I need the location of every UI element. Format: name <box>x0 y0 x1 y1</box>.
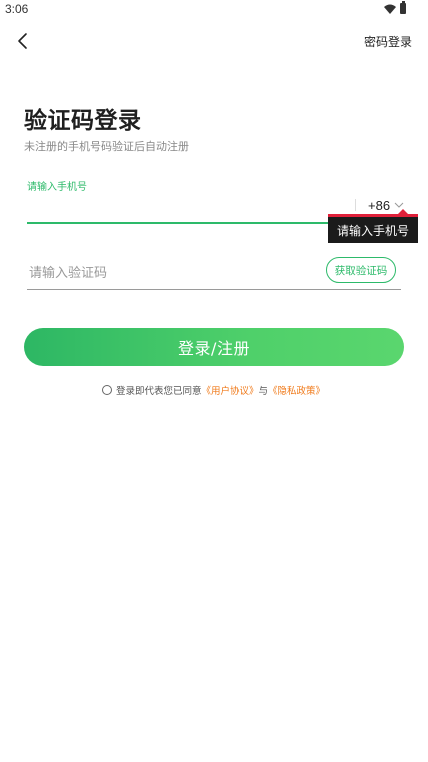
user-agreement-link[interactable]: 《用户协议》 <box>202 383 259 397</box>
code-underline <box>27 289 401 290</box>
login-register-button[interactable]: 登录/注册 <box>24 328 404 366</box>
verification-code-input[interactable] <box>27 260 311 286</box>
page-subtitle: 未注册的手机号码验证后自动注册 <box>24 140 189 153</box>
wifi-icon <box>384 4 396 14</box>
agreement-conjunction: 与 <box>258 386 269 397</box>
get-code-button[interactable]: 获取验证码 <box>326 257 396 283</box>
phone-input[interactable] <box>27 196 331 222</box>
chevron-down-icon <box>394 202 404 208</box>
status-icons <box>384 1 406 14</box>
back-button[interactable] <box>12 30 34 52</box>
agreement-prefix: 登录即代表您已同意 <box>116 386 202 397</box>
password-login-link[interactable]: 密码登录 <box>364 33 412 50</box>
chevron-left-icon <box>18 33 27 49</box>
divider <box>355 199 356 211</box>
country-code-selector[interactable]: +86 <box>355 196 404 214</box>
privacy-policy-link[interactable]: 《隐私政策》 <box>268 383 325 397</box>
status-time: 3:06 <box>5 2 29 16</box>
status-bar: 3:06 <box>0 0 428 20</box>
battery-icon <box>400 1 406 14</box>
page-title: 验证码登录 <box>24 108 142 134</box>
agreement-row: 登录即代表您已同意 《用户协议》 与 《隐私政策》 <box>102 383 325 397</box>
tooltip-text: 请输入手机号 <box>328 217 418 243</box>
agreement-radio[interactable] <box>102 385 112 395</box>
phone-underline <box>27 222 330 224</box>
phone-field-label: 请输入手机号 <box>27 182 87 193</box>
validation-tooltip: 请输入手机号 <box>328 209 418 243</box>
country-code-value: +86 <box>368 197 391 213</box>
